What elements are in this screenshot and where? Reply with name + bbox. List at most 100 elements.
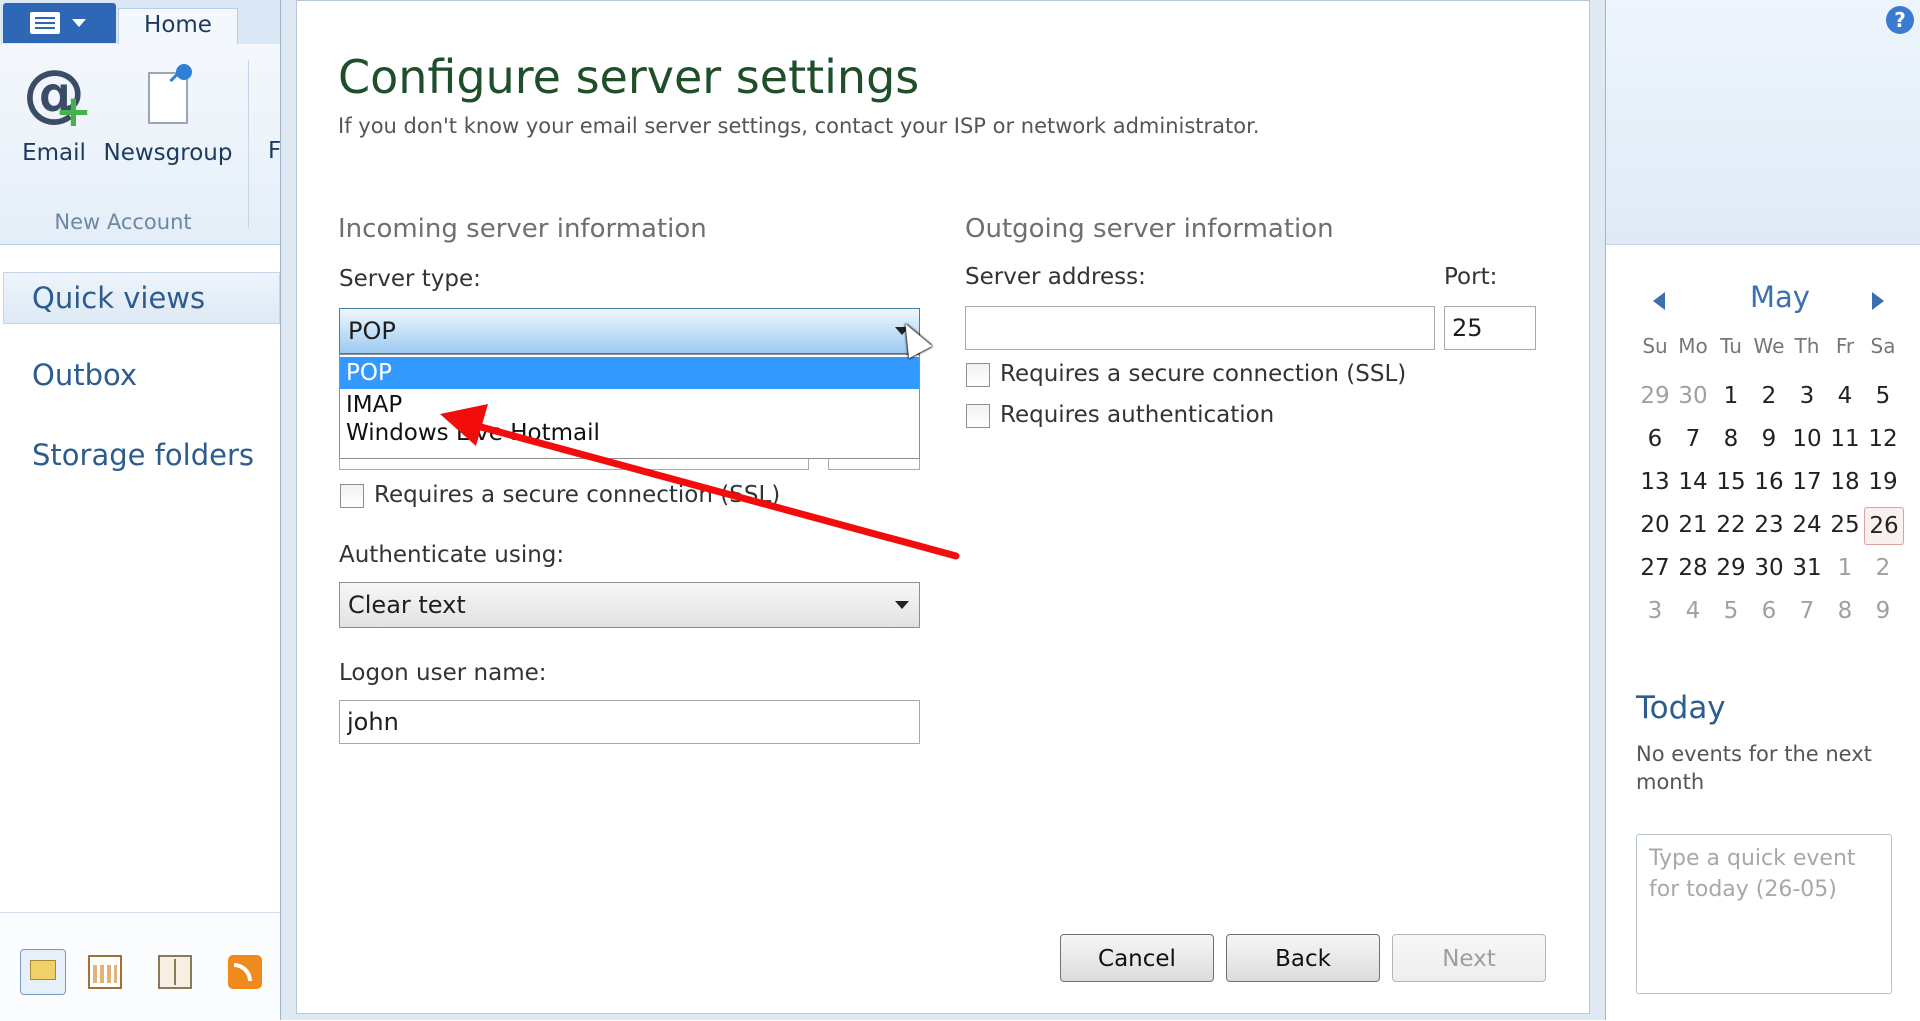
calendar-day[interactable]: 3: [1636, 593, 1674, 629]
calendar-day[interactable]: 28: [1674, 550, 1712, 586]
outgoing-ssl-checkbox[interactable]: [966, 363, 990, 387]
new-newsgroup-button[interactable]: Newsgroup: [100, 64, 236, 166]
calendar-day[interactable]: 25: [1826, 507, 1864, 543]
email-account-icon: @ +: [23, 56, 92, 137]
authenticate-using-label: Authenticate using:: [339, 542, 565, 568]
authenticate-using-value: Clear text: [348, 591, 466, 619]
dialog-title: Configure server settings: [338, 50, 920, 104]
server-type-select[interactable]: POP: [339, 308, 920, 354]
menu-document-icon: [30, 12, 60, 34]
dialog-subtitle: If you don't know your email server sett…: [338, 114, 1260, 138]
calendar-day[interactable]: 12: [1864, 421, 1902, 457]
back-button[interactable]: Back: [1226, 934, 1380, 982]
new-email-account-button[interactable]: @ + Email: [18, 56, 92, 167]
server-address-label: Server address:: [965, 264, 1146, 290]
weekday-label: Tu: [1720, 334, 1742, 358]
nav-storage-folders[interactable]: Storage folders: [32, 438, 254, 472]
calendar-day[interactable]: 11: [1826, 421, 1864, 457]
calendar-day[interactable]: 24: [1788, 507, 1826, 543]
calendar-next-month-icon[interactable]: [1872, 292, 1884, 310]
incoming-ssl-label: Requires a secure connection (SSL): [374, 482, 781, 508]
calendar-day[interactable]: 6: [1636, 421, 1674, 457]
quick-event-input[interactable]: [1636, 834, 1892, 994]
calendar-day[interactable]: 9: [1750, 421, 1788, 457]
server-type-value: POP: [348, 317, 396, 345]
calendar-day[interactable]: 29: [1636, 378, 1674, 414]
calendar-day[interactable]: 14: [1674, 464, 1712, 500]
email-button-label: Email: [22, 140, 86, 166]
calendar-day[interactable]: 16: [1750, 464, 1788, 500]
calendar-prev-month-icon[interactable]: [1653, 292, 1665, 310]
calendar-day[interactable]: 8: [1826, 593, 1864, 629]
port-input[interactable]: [1444, 306, 1536, 350]
logon-user-name-input[interactable]: [339, 700, 920, 744]
help-icon[interactable]: ?: [1886, 6, 1914, 34]
ribbon-tab-bar: Home: [0, 0, 280, 44]
logon-user-name-label: Logon user name:: [339, 660, 547, 686]
today-message: No events for the next month: [1636, 742, 1872, 794]
calendar-day[interactable]: 5: [1712, 593, 1750, 629]
calendar-day[interactable]: 13: [1636, 464, 1674, 500]
incoming-ssl-checkbox[interactable]: [340, 484, 364, 508]
calendar-day[interactable]: 1: [1826, 550, 1864, 586]
incoming-section-heading: Incoming server information: [338, 214, 707, 244]
calendar-day[interactable]: 6: [1750, 593, 1788, 629]
feeds-module-icon[interactable]: [228, 955, 262, 989]
nav-outbox[interactable]: Outbox: [32, 358, 137, 392]
calendar-day[interactable]: 26: [1864, 507, 1904, 545]
calendar-day[interactable]: 19: [1864, 464, 1902, 500]
calendar-day[interactable]: 30: [1674, 378, 1712, 414]
calendar-day[interactable]: 4: [1826, 378, 1864, 414]
calendar-day[interactable]: 31: [1788, 550, 1826, 586]
next-button[interactable]: Next: [1392, 934, 1546, 982]
nav-quick-views[interactable]: Quick views: [3, 272, 280, 324]
weekday-label: We: [1753, 334, 1785, 358]
calendar-day[interactable]: 9: [1864, 593, 1902, 629]
tab-home[interactable]: Home: [118, 8, 238, 44]
calendar-day[interactable]: 10: [1788, 421, 1826, 457]
newsgroup-button-label: Newsgroup: [103, 140, 233, 166]
option-windows-live-hotmail[interactable]: Windows Live Hotmail: [340, 417, 919, 449]
calendar-day[interactable]: 18: [1826, 464, 1864, 500]
ribbon-group-divider: [248, 60, 249, 228]
cancel-button[interactable]: Cancel: [1060, 934, 1214, 982]
calendar-day[interactable]: 17: [1788, 464, 1826, 500]
today-heading: Today: [1636, 690, 1726, 726]
outgoing-section-heading: Outgoing server information: [965, 214, 1334, 244]
outgoing-ssl-label: Requires a secure connection (SSL): [1000, 361, 1407, 387]
calendar-day[interactable]: 27: [1636, 550, 1674, 586]
calendar-day[interactable]: 23: [1750, 507, 1788, 543]
weekday-label: Th: [1794, 334, 1820, 358]
requires-authentication-checkbox[interactable]: [966, 404, 990, 428]
calendar-day[interactable]: 1: [1712, 378, 1750, 414]
ribbon-right-area: [1606, 0, 1920, 245]
calendar-day[interactable]: 3: [1788, 378, 1826, 414]
calendar-day[interactable]: 21: [1674, 507, 1712, 543]
calendar-day[interactable]: 15: [1712, 464, 1750, 500]
option-pop[interactable]: POP: [340, 357, 919, 389]
calendar-day[interactable]: 29: [1712, 550, 1750, 586]
calendar-day[interactable]: 5: [1864, 378, 1902, 414]
app-menu-button[interactable]: [3, 3, 116, 43]
contacts-module-icon[interactable]: [158, 955, 192, 989]
calendar-module-icon[interactable]: [88, 955, 122, 989]
calendar-day[interactable]: 2: [1864, 550, 1902, 586]
weekday-label: Sa: [1870, 334, 1896, 358]
module-switcher: [0, 912, 280, 1021]
mail-module-icon[interactable]: [20, 949, 66, 995]
calendar-day[interactable]: 7: [1788, 593, 1826, 629]
calendar-day[interactable]: 8: [1712, 421, 1750, 457]
server-address-input[interactable]: [965, 306, 1435, 350]
chevron-down-icon: [895, 601, 909, 609]
weekday-label: Su: [1642, 334, 1668, 358]
calendar-day[interactable]: 22: [1712, 507, 1750, 543]
calendar-day[interactable]: 2: [1750, 378, 1788, 414]
requires-authentication-label: Requires authentication: [1000, 402, 1275, 428]
calendar-day[interactable]: 7: [1674, 421, 1712, 457]
calendar-week-row: 13 14 15 16 17 18 19: [1636, 464, 1906, 506]
calendar-day[interactable]: 4: [1674, 593, 1712, 629]
ribbon-group-label: New Account: [54, 210, 192, 234]
calendar-day[interactable]: 20: [1636, 507, 1674, 543]
authenticate-using-select[interactable]: Clear text: [339, 582, 920, 628]
calendar-day[interactable]: 30: [1750, 550, 1788, 586]
